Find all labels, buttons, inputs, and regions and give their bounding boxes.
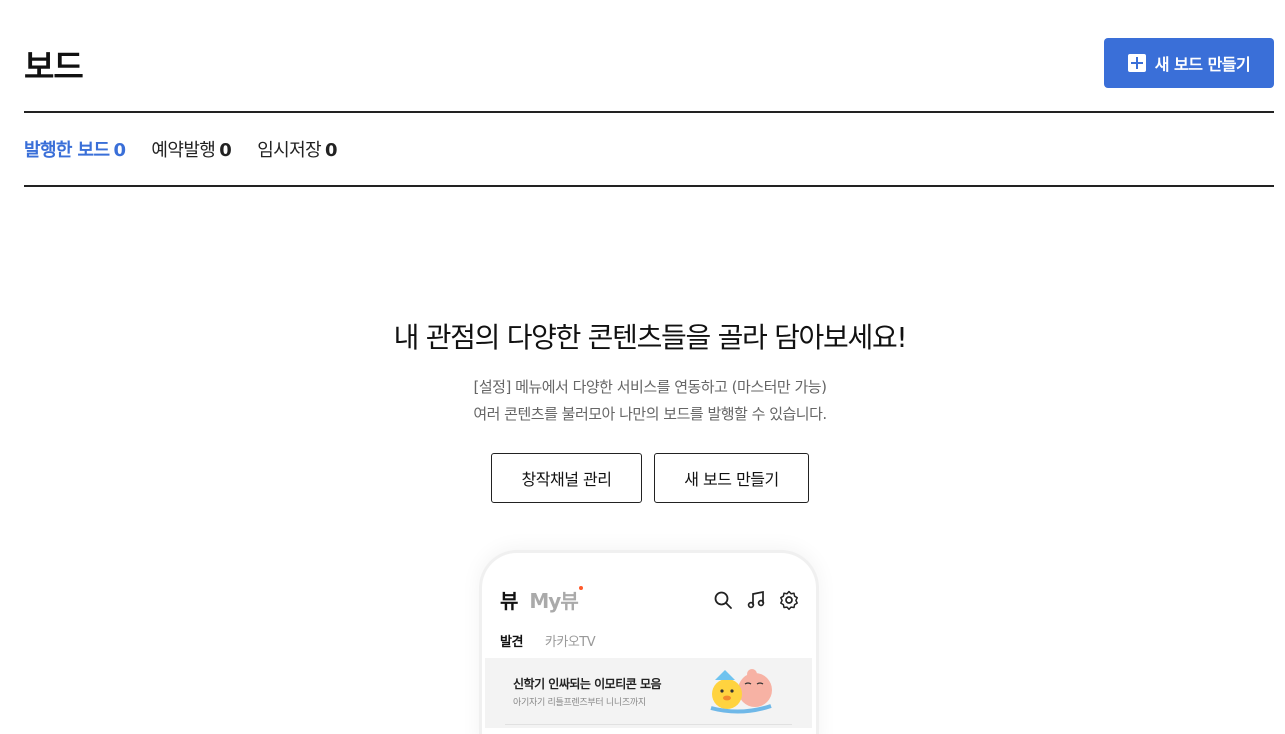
tab-published-count: 0 (113, 140, 126, 161)
tab-drafts[interactable]: 임시저장 0 (257, 136, 337, 162)
empty-state-desc-line1: [설정] 메뉴에서 다양한 서비스를 연동하고 (마스터만 가능) (473, 378, 827, 396)
tab-drafts-count: 0 (325, 140, 338, 161)
board-status-tabs: 발행한 보드 0 예약발행 0 임시저장 0 (24, 113, 1274, 187)
tab-drafts-label: 임시저장 (257, 140, 322, 161)
tab-scheduled[interactable]: 예약발행 0 (151, 136, 231, 162)
tab-published-label: 발행한 보드 (24, 140, 110, 161)
new-board-button[interactable]: 새 보드 만들기 (1104, 38, 1274, 88)
empty-state-desc-line2: 여러 콘텐츠를 불러모아 나만의 보드를 발행할 수 있습니다. (473, 405, 827, 423)
emoticon-illustration (705, 664, 777, 720)
manage-channel-button[interactable]: 창작채널 관리 (491, 453, 642, 503)
tab-scheduled-label: 예약발행 (151, 140, 216, 161)
card-divider (505, 724, 792, 725)
card-subtitle: 아기자기 리틀프렌즈부터 니니즈까지 (513, 698, 646, 708)
phone-header: 뷰 My뷰 (500, 585, 583, 614)
music-note-icon (745, 589, 767, 611)
new-board-button-label: 새 보드 만들기 (1154, 55, 1251, 74)
gear-icon (778, 589, 800, 611)
new-dot (578, 586, 583, 590)
board-page: 보드 새 보드 만들기 발행한 보드 0 예약발행 0 임시저장 0 내 관점의 다양… (0, 0, 1285, 734)
phone-content-card: 신학기 인싸되는 이모티콘 모음 아기자기 리틀프렌즈부터 니니즈까지 (485, 658, 812, 728)
empty-state: 내 관점의 다양한 콘텐츠들을 골라 담아보세요! [설정] 메뉴에서 다양한 … (0, 316, 1285, 503)
phone-logo: 뷰 (500, 589, 518, 613)
empty-state-description: [설정] 메뉴에서 다양한 서비스를 연동하고 (마스터만 가능) 여러 콘텐츠… (0, 374, 1285, 428)
empty-state-actions: 창작채널 관리 새 보드 만들기 (0, 453, 1285, 503)
search-icon (712, 589, 734, 611)
tab-scheduled-count: 0 (219, 140, 232, 161)
phone-preview: 뷰 My뷰 발견 카카오TV 신학기 인싸되는 이모티콘 모음 아기자기 리틀프… (479, 550, 819, 734)
plus-icon (1127, 54, 1146, 72)
page-title: 보드 (24, 47, 84, 86)
create-board-button[interactable]: 새 보드 만들기 (654, 453, 809, 503)
tab-published[interactable]: 발행한 보드 0 (24, 136, 126, 162)
phone-myview-text: My뷰 (529, 589, 578, 613)
phone-header-icons (712, 589, 800, 611)
page-header: 보드 새 보드 만들기 (24, 0, 1274, 113)
empty-state-heading: 내 관점의 다양한 콘텐츠들을 골라 담아보세요! (393, 321, 908, 354)
phone-myview-label: My뷰 (529, 585, 583, 614)
card-title: 신학기 인싸되는 이모티콘 모음 (513, 677, 662, 691)
